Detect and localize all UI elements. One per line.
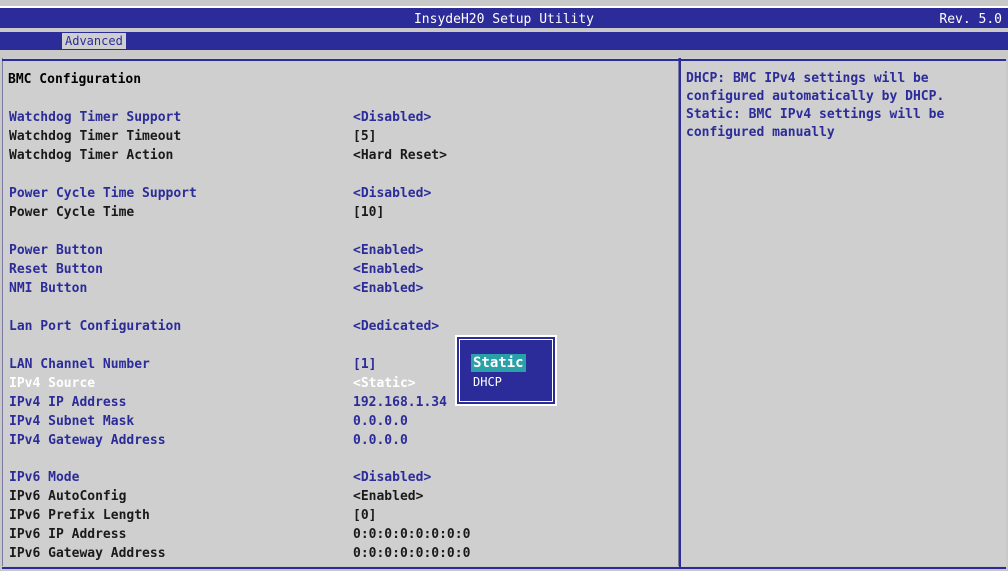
setting-label: Watchdog Timer Support [9,110,182,125]
setting-label: IPv4 Gateway Address [9,433,166,448]
setting-row-watchdog-timer-support[interactable]: Watchdog Timer Support <Disabled> [0,110,676,128]
title-bar: InsydeH20 Setup Utility Rev. 5.0 [0,6,1008,28]
setting-value[interactable]: <Hard Reset> [353,148,447,163]
setting-label: IPv6 IP Address [9,527,127,542]
setting-value[interactable]: <Disabled> [353,110,431,125]
option-popup[interactable]: Static DHCP [455,335,557,406]
setting-value[interactable]: <Enabled> [353,489,423,504]
setting-label: Lan Port Configuration [9,319,182,334]
setting-label: NMI Button [9,281,88,296]
setting-value[interactable]: [10] [353,205,384,220]
page-title: BMC Configuration [8,72,142,87]
tab-advanced[interactable]: Advanced [62,33,126,49]
setting-row-nmi-button[interactable]: NMI Button <Enabled> [0,281,676,299]
setting-row-ipv4-ip-address[interactable]: IPv4 IP Address 192.168.1.34 [0,395,676,413]
setting-row-ipv6-ip-address[interactable]: IPv6 IP Address 0:0:0:0:0:0:0:0 [0,527,676,545]
setting-row-ipv6-prefix-length[interactable]: IPv6 Prefix Length [0] [0,508,676,526]
setting-row-ipv6-gateway-address[interactable]: IPv6 Gateway Address 0:0:0:0:0:0:0:0 [0,546,676,564]
popup-option-static[interactable]: Static [471,354,526,372]
setting-value[interactable]: <Enabled> [353,281,423,296]
setting-label: IPv4 Source [9,376,96,391]
setting-value[interactable]: 0.0.0.0 [353,414,408,429]
revision-label: Rev. 5.0 [939,12,1002,27]
setting-row-ipv6-mode[interactable]: IPv6 Mode <Disabled> [0,470,676,488]
setting-value[interactable]: 0:0:0:0:0:0:0:0 [353,546,470,561]
setting-label: IPv6 Prefix Length [9,508,150,523]
setting-value[interactable]: 0.0.0.0 [353,433,408,448]
utility-title: InsydeH20 Setup Utility [413,12,594,27]
setting-value[interactable]: <Enabled> [353,243,423,258]
setting-row-power-cycle-time-support[interactable]: Power Cycle Time Support <Disabled> [0,186,676,204]
setting-row-power-button[interactable]: Power Button <Enabled> [0,243,676,261]
panel-top-border [2,59,1006,61]
setting-value[interactable]: [5] [353,129,376,144]
setting-label: Watchdog Timer Action [9,148,174,163]
popup-option-dhcp[interactable]: DHCP [473,375,502,389]
setting-row-watchdog-timer-action[interactable]: Watchdog Timer Action <Hard Reset> [0,148,676,166]
help-text: DHCP: BMC IPv4 settings will be configur… [686,71,945,140]
setting-row-ipv4-source[interactable]: IPv4 Source <Static> [0,376,676,394]
setting-label: Watchdog Timer Timeout [9,129,182,144]
setting-label: LAN Channel Number [9,357,150,372]
setting-row-reset-button[interactable]: Reset Button <Enabled> [0,262,676,280]
setting-label: Power Cycle Time [9,205,135,220]
setting-label: Power Cycle Time Support [9,186,197,201]
setting-value[interactable]: 0:0:0:0:0:0:0:0 [353,527,470,542]
setting-value[interactable]: 192.168.1.34 [353,395,447,410]
setting-row-ipv4-subnet-mask[interactable]: IPv4 Subnet Mask 0.0.0.0 [0,414,676,432]
setting-row-ipv6-autoconfig[interactable]: IPv6 AutoConfig <Enabled> [0,489,676,507]
setting-label: IPv4 IP Address [9,395,127,410]
setting-value[interactable]: <Disabled> [353,470,431,485]
setting-row-lan-port-configuration[interactable]: Lan Port Configuration <Dedicated> [0,319,676,337]
setting-label: IPv6 AutoConfig [9,489,127,504]
setting-value[interactable]: <Dedicated> [353,319,439,334]
setting-value[interactable]: [1] [353,357,376,372]
setting-row-watchdog-timer-timeout[interactable]: Watchdog Timer Timeout [5] [0,129,676,147]
setting-label: IPv4 Subnet Mask [9,414,135,429]
bios-screen: InsydeH20 Setup Utility Rev. 5.0 Advance… [0,0,1008,571]
setting-value[interactable]: [0] [353,508,376,523]
setting-row-power-cycle-time[interactable]: Power Cycle Time [10] [0,205,676,223]
setting-label: Reset Button [9,262,103,277]
setting-value[interactable]: <Static> [353,376,416,391]
menu-bar: Advanced [0,32,1008,50]
setting-value[interactable]: <Disabled> [353,186,431,201]
setting-value[interactable]: <Enabled> [353,262,423,277]
setting-row-ipv4-gateway-address[interactable]: IPv4 Gateway Address 0.0.0.0 [0,433,676,451]
setting-row-lan-channel-number[interactable]: LAN Channel Number [1] [0,357,676,375]
panel-divider [679,58,681,568]
panel-bottom-border [2,567,1006,569]
setting-label: Power Button [9,243,103,258]
setting-label: IPv6 Mode [9,470,80,485]
setting-label: IPv6 Gateway Address [9,546,166,561]
